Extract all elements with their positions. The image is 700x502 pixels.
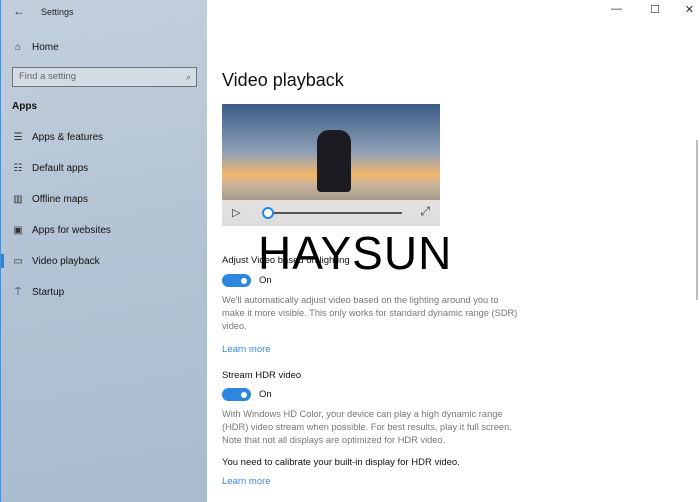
calibrate-note: You need to calibrate your built-in disp… bbox=[222, 457, 460, 468]
startup-icon: ⍑ bbox=[15, 286, 21, 298]
stream-hdr-description: With Windows HD Color, your device can p… bbox=[222, 409, 512, 445]
video-preview[interactable]: ▷ ⤢ bbox=[222, 104, 440, 226]
nav-label: Apps for websites bbox=[32, 224, 111, 236]
fullscreen-icon[interactable]: ⤢ bbox=[420, 204, 430, 219]
search-input[interactable]: Find a setting ⌕ bbox=[12, 67, 197, 87]
home-label: Home bbox=[32, 41, 59, 53]
nav-label: Default apps bbox=[32, 162, 89, 174]
sidebar-item-startup[interactable]: ⍑ Startup bbox=[1, 280, 208, 304]
nav-label: Offline maps bbox=[32, 193, 88, 205]
sidebar-item-apps-for-websites[interactable]: ▣ Apps for websites bbox=[1, 218, 208, 242]
seek-bar[interactable] bbox=[268, 212, 402, 214]
adjust-lighting-description: We'll automatically adjust video based o… bbox=[222, 295, 518, 331]
stream-hdr-state: On bbox=[259, 389, 272, 400]
window-title: Settings bbox=[41, 7, 74, 17]
page-title: Video playback bbox=[222, 70, 344, 90]
search-placeholder: Find a setting bbox=[19, 71, 77, 82]
nav-label: Video playback bbox=[32, 255, 100, 267]
adjust-lighting-toggle[interactable] bbox=[222, 274, 251, 287]
sidebar-item-apps-features[interactable]: ☰ Apps & features bbox=[1, 125, 208, 149]
video-icon: ▭ bbox=[13, 255, 23, 267]
video-subject bbox=[317, 130, 351, 192]
section-heading: Apps bbox=[12, 101, 37, 112]
map-icon: ▥ bbox=[13, 193, 23, 205]
learn-more-link[interactable]: Learn more bbox=[222, 344, 271, 355]
back-arrow-icon[interactable]: ← bbox=[13, 4, 25, 18]
search-icon[interactable]: ⌕ bbox=[186, 68, 191, 86]
sidebar-item-offline-maps[interactable]: ▥ Offline maps bbox=[1, 187, 208, 211]
close-button[interactable]: ✕ bbox=[685, 3, 694, 16]
watermark: HAYSUN bbox=[258, 227, 453, 279]
play-icon[interactable]: ▷ bbox=[232, 206, 240, 219]
video-controls: ▷ ⤢ bbox=[222, 200, 440, 226]
minimize-button[interactable]: — bbox=[611, 3, 622, 15]
nav-label: Startup bbox=[32, 286, 65, 298]
sidebar-item-default-apps[interactable]: ☷ Default apps bbox=[1, 156, 208, 180]
seek-handle[interactable] bbox=[262, 207, 274, 219]
learn-more-link-hdr[interactable]: Learn more bbox=[222, 476, 271, 487]
sidebar-item-video-playback[interactable]: ▭ Video playback bbox=[1, 249, 208, 273]
default-apps-icon: ☷ bbox=[13, 162, 23, 174]
stream-hdr-toggle[interactable] bbox=[222, 388, 251, 401]
maximize-button[interactable]: ☐ bbox=[650, 3, 660, 16]
sidebar-item-home[interactable]: ⌂ Home bbox=[1, 35, 208, 59]
nav-label: Apps & features bbox=[32, 131, 104, 143]
scrollbar[interactable] bbox=[696, 140, 698, 300]
list-icon: ☰ bbox=[13, 131, 23, 143]
sidebar: ← Settings ⌂ Home Find a setting ⌕ Apps ☰ A… bbox=[0, 0, 207, 502]
home-icon: ⌂ bbox=[14, 41, 22, 53]
stream-hdr-label: Stream HDR video bbox=[222, 370, 302, 381]
web-app-icon: ▣ bbox=[13, 224, 23, 236]
